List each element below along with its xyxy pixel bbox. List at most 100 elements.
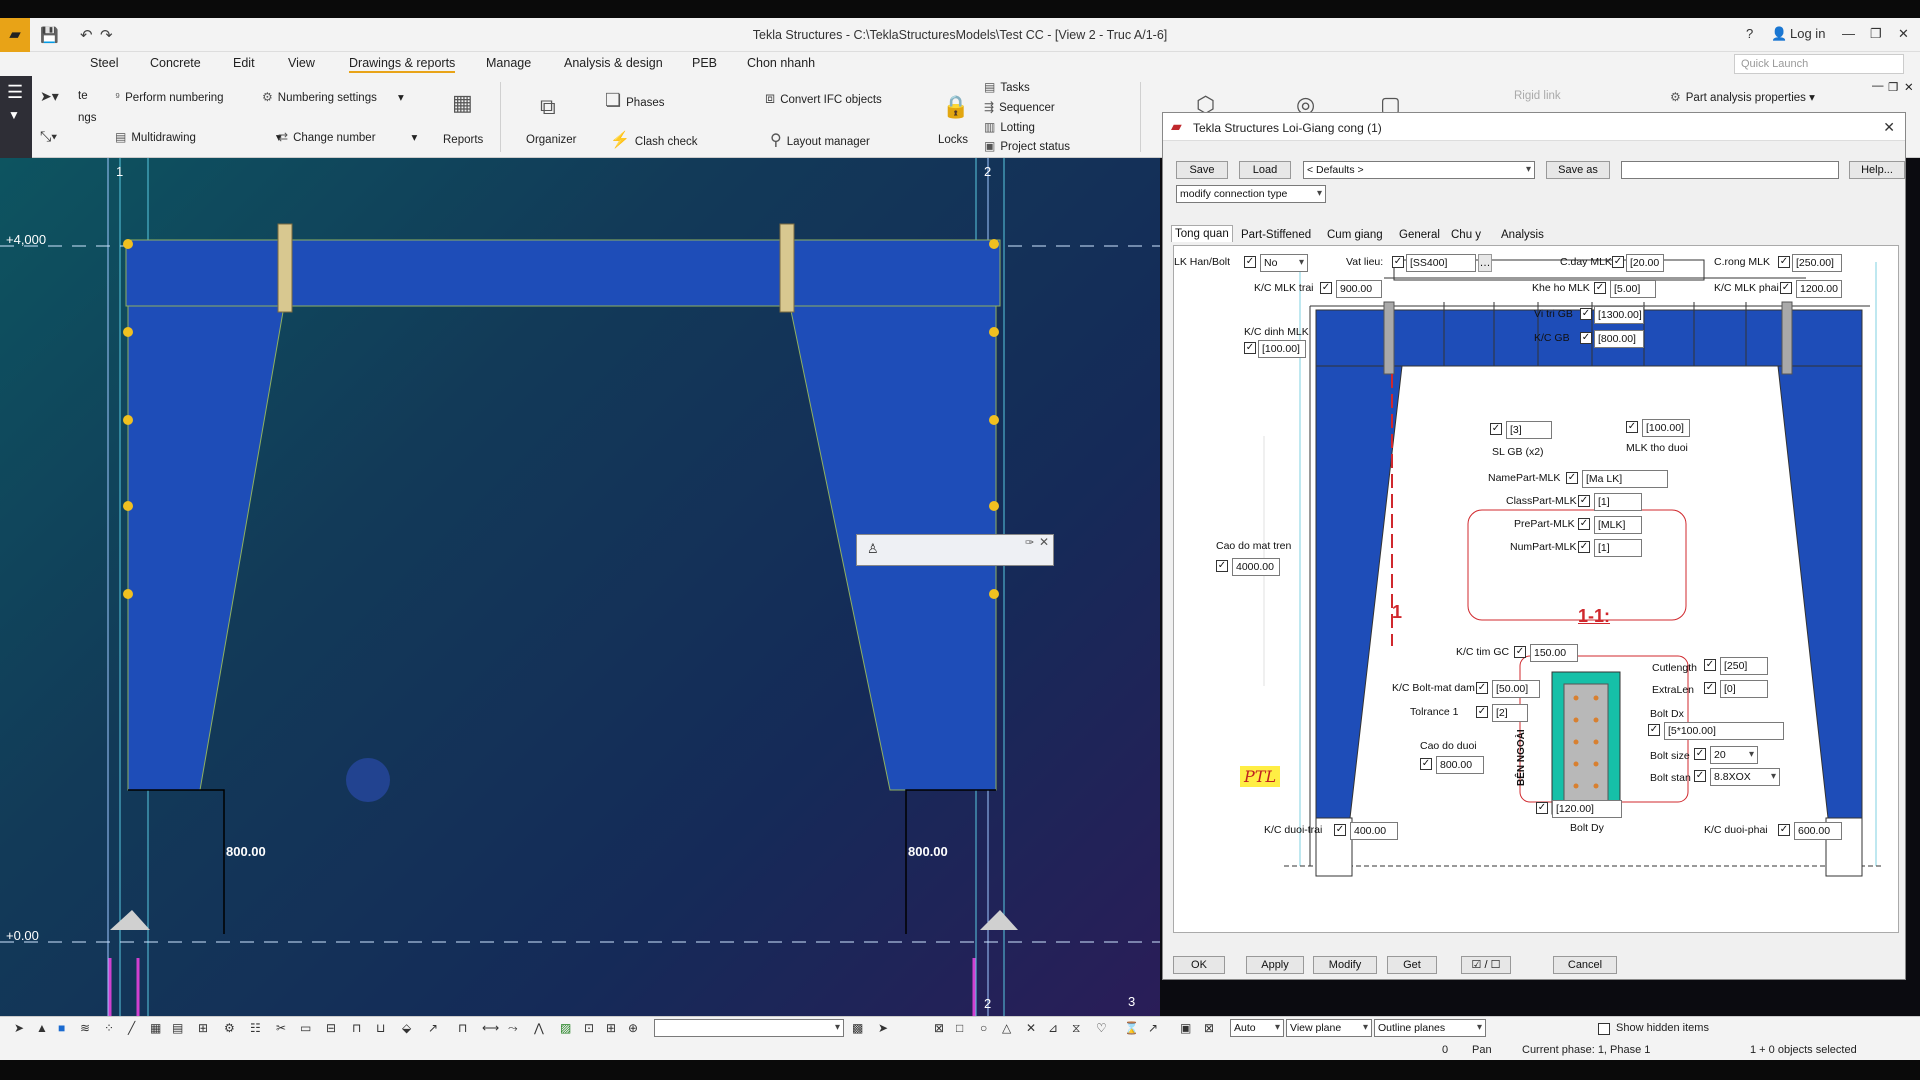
- project-status-button[interactable]: ▣ Project status: [984, 139, 1070, 153]
- toolbar-close-icon[interactable]: ✕: [1039, 535, 1049, 549]
- save-button[interactable]: Save: [1176, 161, 1228, 179]
- tab-part-stiffened[interactable]: Part-Stiffened: [1241, 229, 1311, 241]
- snap-geometry-icon[interactable]: ⊞: [606, 1021, 616, 1035]
- select-views-icon[interactable]: ⊞: [198, 1021, 208, 1035]
- vitri-gb-input[interactable]: [1300.00]: [1594, 306, 1644, 324]
- tasks-button[interactable]: ▤ Tasks: [984, 80, 1030, 94]
- tab-cum-giang[interactable]: Cum giang: [1327, 229, 1383, 241]
- cao-do-mat-tren-input[interactable]: 4000.00: [1232, 558, 1280, 576]
- snap-nearest-icon[interactable]: ▨: [560, 1021, 571, 1035]
- lotting-button[interactable]: ▥ Lotting: [984, 120, 1035, 134]
- select-loads-icon[interactable]: ⊔: [376, 1021, 385, 1035]
- get-button[interactable]: Get: [1387, 956, 1437, 974]
- menu-view[interactable]: View: [288, 56, 315, 70]
- select-all-icon[interactable]: ➤: [14, 1021, 24, 1035]
- bolt-dy-input[interactable]: [120.00]: [1552, 800, 1622, 818]
- crong-mlk-checkbox[interactable]: ✓: [1778, 256, 1790, 268]
- cutlength-input[interactable]: [250]: [1720, 657, 1768, 675]
- help-button[interactable]: ?: [1746, 26, 1753, 41]
- select-dimensions-icon[interactable]: ↗: [428, 1021, 438, 1035]
- kc-tim-gc-input[interactable]: 150.00: [1530, 644, 1578, 662]
- ribbon-min-button[interactable]: —: [1872, 80, 1884, 92]
- kc-duoi-trai-checkbox[interactable]: ✓: [1334, 824, 1346, 836]
- snap-cross-icon[interactable]: ✕: [1026, 1021, 1036, 1035]
- snap-perpendicular-icon[interactable]: ⋀: [534, 1021, 544, 1035]
- cao-do-duoi-input[interactable]: 800.00: [1436, 756, 1484, 774]
- outline-planes-select[interactable]: Outline planes: [1374, 1019, 1486, 1037]
- perform-numbering-button[interactable]: ⁹ Perform numbering: [115, 90, 224, 104]
- preset-select[interactable]: < Defaults >: [1303, 161, 1535, 179]
- numpart-mlk-input[interactable]: [1]: [1594, 539, 1642, 557]
- mlk-tho-duoi-input[interactable]: [100.00]: [1642, 419, 1690, 437]
- cday-mlk-checkbox[interactable]: ✓: [1612, 256, 1624, 268]
- kc-tim-gc-checkbox[interactable]: ✓: [1514, 646, 1526, 658]
- apply-button[interactable]: Apply: [1246, 956, 1304, 974]
- kc-mlk-trai-checkbox[interactable]: ✓: [1320, 282, 1332, 294]
- modify-connection-type-select[interactable]: modify connection type: [1176, 185, 1326, 203]
- bolt-size-select[interactable]: 20: [1710, 746, 1758, 764]
- restore-button[interactable]: ❐: [1870, 26, 1882, 42]
- mlk-tho-duoi-checkbox[interactable]: ✓: [1626, 421, 1638, 433]
- select-cuts-icon[interactable]: ▤: [172, 1021, 183, 1035]
- snap-icon[interactable]: ⤡▾: [40, 128, 57, 145]
- cday-mlk-input[interactable]: [20.00: [1626, 254, 1664, 272]
- sequencer-button[interactable]: ⇶ Sequencer: [984, 100, 1055, 114]
- vat-lieu-checkbox[interactable]: ✓: [1392, 256, 1404, 268]
- snap-box-icon[interactable]: □: [956, 1021, 963, 1035]
- menu-concrete[interactable]: Concrete: [150, 56, 201, 70]
- cao-do-duoi-checkbox[interactable]: ✓: [1420, 758, 1432, 770]
- menu-edit[interactable]: Edit: [233, 56, 255, 70]
- kc-mlk-phai-input[interactable]: 1200.00: [1796, 280, 1842, 298]
- hamburger-icon[interactable]: ☰: [7, 82, 23, 103]
- filter-icon[interactable]: ▩: [852, 1021, 863, 1035]
- layout-manager-button[interactable]: ⚲ Layout manager: [770, 130, 870, 150]
- ribbon-restore-button[interactable]: ❐: [1888, 80, 1898, 94]
- snap-depth-select[interactable]: Auto: [1230, 1019, 1284, 1037]
- cancel-button[interactable]: Cancel: [1553, 956, 1617, 974]
- dialog-close-button[interactable]: ✕: [1883, 119, 1895, 136]
- kc-gb-input[interactable]: [800.00]: [1594, 330, 1644, 348]
- tab-tong-quan[interactable]: Tong quan: [1171, 225, 1233, 242]
- kc-duoi-phai-input[interactable]: 600.00: [1794, 822, 1842, 840]
- vitri-gb-checkbox[interactable]: ✓: [1580, 308, 1592, 320]
- extralen-checkbox[interactable]: ✓: [1704, 682, 1716, 694]
- sl-gb-checkbox[interactable]: ✓: [1490, 423, 1502, 435]
- snap-tangent-icon[interactable]: ♡: [1096, 1021, 1107, 1035]
- bolt-size-checkbox[interactable]: ✓: [1694, 748, 1706, 760]
- reports-button[interactable]: Reports: [443, 134, 483, 146]
- show-hidden-checkbox[interactable]: [1598, 1023, 1610, 1035]
- status-phase[interactable]: Current phase: 1, Phase 1: [1522, 1044, 1650, 1056]
- multidrawing-button[interactable]: ▤ Multidrawing ▾: [115, 130, 282, 144]
- bolt-stan-select[interactable]: 8.8XOX: [1710, 768, 1780, 786]
- numbering-settings-button[interactable]: ⚙ Numbering settings ▾: [262, 90, 404, 104]
- snap-midpoints-icon[interactable]: ⟷: [482, 1021, 499, 1035]
- collapse-icon[interactable]: ▼: [8, 108, 20, 122]
- tolrance-input[interactable]: [2]: [1492, 704, 1528, 722]
- pin-icon[interactable]: ✑: [1025, 536, 1034, 549]
- kc-bolt-mat-dam-input[interactable]: [50.00]: [1492, 680, 1540, 698]
- khe-ho-mlk-checkbox[interactable]: ✓: [1594, 282, 1606, 294]
- tab-general[interactable]: General: [1399, 229, 1440, 241]
- lk-han-bolt-checkbox[interactable]: ✓: [1244, 256, 1256, 268]
- quick-launch-input[interactable]: Quick Launch: [1734, 54, 1904, 74]
- load-button[interactable]: Load: [1239, 161, 1291, 179]
- cutlength-checkbox[interactable]: ✓: [1704, 659, 1716, 671]
- ribbon-ngs-label[interactable]: ngs: [78, 112, 97, 124]
- vat-lieu-browse-button[interactable]: …: [1478, 254, 1492, 272]
- classpart-mlk-checkbox[interactable]: ✓: [1578, 495, 1590, 507]
- change-number-button[interactable]: ⇄ Change number ▾: [278, 130, 417, 144]
- convert-ifc-button[interactable]: ⧈ Convert IFC objects: [765, 90, 882, 108]
- namepart-mlk-input[interactable]: [Ma LK]: [1582, 470, 1668, 488]
- kc-duoi-phai-checkbox[interactable]: ✓: [1778, 824, 1790, 836]
- menu-drawings-reports[interactable]: Drawings & reports: [349, 56, 456, 73]
- snap-grid-icon[interactable]: ▣: [1180, 1021, 1191, 1035]
- select-reinforcement-icon[interactable]: ▭: [300, 1021, 311, 1035]
- select-assembly-icon[interactable]: ☷: [250, 1021, 261, 1035]
- lk-han-bolt-select[interactable]: No: [1260, 254, 1308, 272]
- tab-chu-y[interactable]: Chu y: [1451, 229, 1481, 241]
- prepart-mlk-input[interactable]: [MLK]: [1594, 516, 1642, 534]
- menu-peb[interactable]: PEB: [692, 56, 717, 70]
- select-welds-icon[interactable]: ▦: [150, 1021, 161, 1035]
- menu-manage[interactable]: Manage: [486, 56, 531, 70]
- namepart-mlk-checkbox[interactable]: ✓: [1566, 472, 1578, 484]
